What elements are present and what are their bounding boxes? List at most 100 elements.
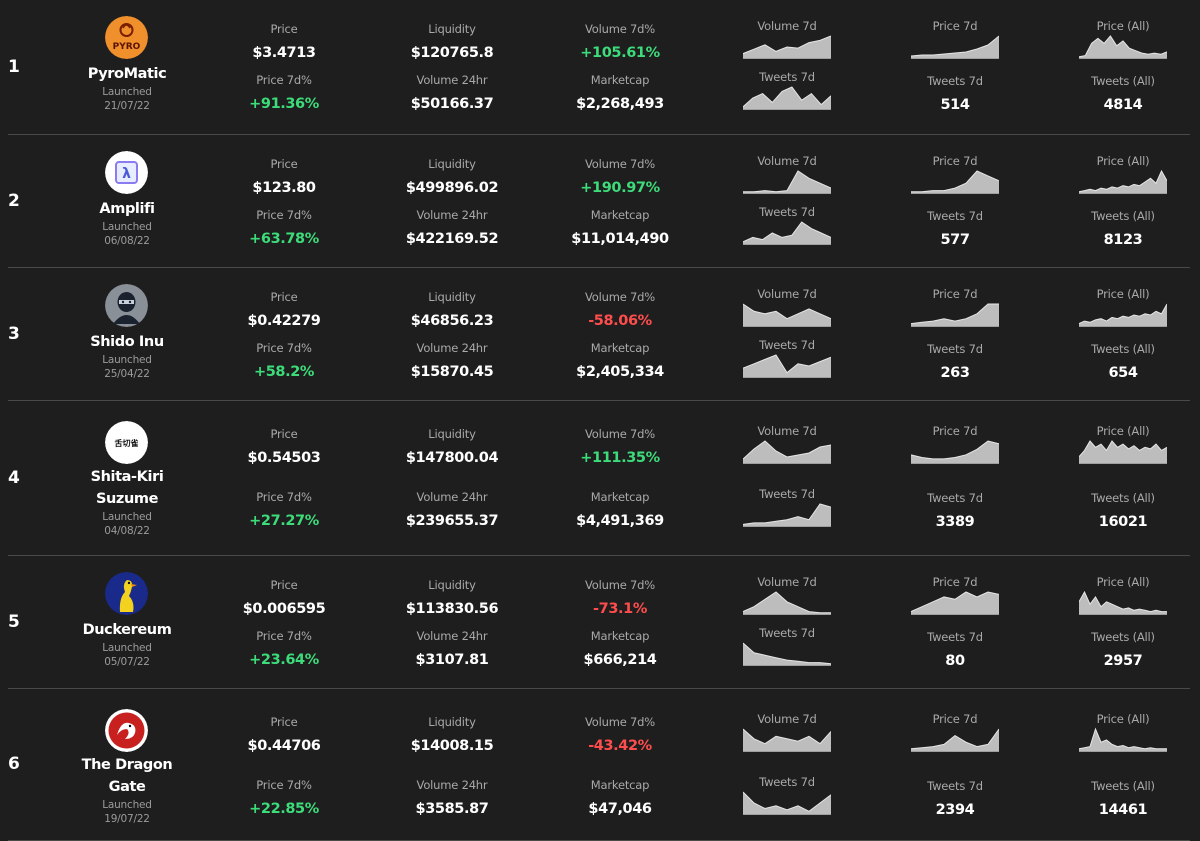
volume-7d-chart — [743, 170, 831, 194]
liquidity-value: $113830.56 — [405, 601, 499, 617]
tweets-all-label: Tweets (All) — [1091, 74, 1155, 88]
tweets-7d-chart — [743, 86, 831, 110]
pyro-logo-icon[interactable]: PYRO — [105, 16, 148, 59]
volume-7d-chart-label: Volume 7d — [757, 287, 817, 301]
price-all-chart — [1079, 303, 1167, 327]
launch-date: 19/07/22 — [104, 813, 150, 825]
volume-7d-sparkline — [743, 438, 831, 464]
tweets-7d-sparkline — [743, 84, 831, 110]
launch-date: 06/08/22 — [104, 235, 150, 247]
tweets-7d-sparkline — [743, 789, 831, 815]
volume-7d-chart-label: Volume 7d — [757, 154, 817, 168]
token-name[interactable]: Duckereum — [68, 619, 186, 641]
marketcap-value: $666,214 — [583, 652, 657, 668]
volume-7d-pct-value: -73.1% — [593, 601, 647, 617]
price-all-chart-label: Price (All) — [1096, 154, 1150, 168]
token-row[interactable]: 1 PYRO PyroMatic Launched 21/07/22 Price $3.4… — [0, 0, 1200, 135]
price-all-chart — [1079, 440, 1167, 464]
price-all-chart — [1079, 727, 1167, 752]
price-label: Price — [270, 22, 298, 36]
price-all-chart-label: Price (All) — [1096, 424, 1150, 438]
volume-7d-sparkline — [743, 33, 831, 59]
tweets-7d-chart-area — [743, 792, 831, 815]
tweets-7d-value: 514 — [940, 97, 970, 113]
price-7d-sparkline — [911, 589, 999, 615]
price-all-chart-label: Price (All) — [1096, 19, 1150, 33]
token-name[interactable]: Amplifi — [68, 198, 186, 220]
price-7d-pct-label: Price 7d% — [256, 778, 312, 792]
volume-24hr-label: Volume 24hr — [416, 778, 488, 792]
volume-7d-pct-label: Volume 7d% — [585, 715, 655, 729]
tweets-all-label: Tweets (All) — [1091, 342, 1155, 356]
price-7d-chart-label: Price 7d — [932, 287, 978, 301]
volume-7d-pct-value: +190.97% — [580, 180, 660, 196]
price-7d-pct-value: +63.78% — [249, 231, 319, 247]
token-name[interactable]: Shita-Kiri Suzume — [68, 466, 186, 510]
price-all-chart-label: Price (All) — [1096, 287, 1150, 301]
marketcap-value: $4,491,369 — [576, 513, 664, 529]
volume-24hr-label: Volume 24hr — [416, 208, 488, 222]
volume-7d-chart — [743, 440, 831, 464]
tweets-7d-value: 80 — [945, 653, 965, 669]
token-name[interactable]: Shido Inu — [68, 331, 186, 353]
price-7d-pct-value: +23.64% — [249, 652, 319, 668]
amplifi-lambda-icon[interactable]: λ — [105, 151, 148, 194]
tweets-7d-chart — [743, 221, 831, 245]
price-7d-pct-label: Price 7d% — [256, 208, 312, 222]
volume-7d-pct-label: Volume 7d% — [585, 427, 655, 441]
shido-ninja-icon[interactable] — [105, 284, 148, 327]
price-7d-chart — [911, 170, 999, 194]
marketcap-label: Marketcap — [590, 208, 650, 222]
rank-number: 2 — [8, 190, 20, 211]
marketcap-label: Marketcap — [590, 778, 650, 792]
token-row[interactable]: 4 舌切雀 Shita-Kiri Suzume Launched 04/08/22 Pr… — [0, 401, 1200, 556]
svg-text:λ: λ — [122, 166, 131, 182]
price-all-sparkline — [1079, 168, 1167, 194]
token-row[interactable]: 2 λ Amplifi Launched 06/08/22 Price $123.80 Li… — [0, 135, 1200, 268]
tweets-7d-label: Tweets 7d — [927, 342, 983, 356]
volume-7d-pct-label: Volume 7d% — [585, 22, 655, 36]
volume-24hr-value: $3107.81 — [415, 652, 489, 668]
dragon-gate-icon[interactable] — [105, 709, 148, 752]
tweets-7d-value: 577 — [940, 232, 970, 248]
price-label: Price — [270, 578, 298, 592]
price-all-chart — [1079, 35, 1167, 59]
liquidity-value: $46856.23 — [410, 313, 494, 329]
volume-7d-chart-area — [743, 729, 831, 752]
launch-date: 25/04/22 — [104, 368, 150, 380]
price-7d-chart-area — [911, 36, 999, 59]
price-all-chart-label: Price (All) — [1096, 712, 1150, 726]
tweets-7d-chart-label: Tweets 7d — [759, 338, 815, 352]
liquidity-label: Liquidity — [428, 290, 476, 304]
price-value: $0.54503 — [247, 450, 321, 466]
price-all-sparkline — [1079, 33, 1167, 59]
volume-7d-chart — [743, 728, 831, 752]
token-row[interactable]: 6 The Dragon Gate Launched 19/07/22 Price $0… — [0, 689, 1200, 841]
tweets-7d-chart-label: Tweets 7d — [759, 775, 815, 789]
volume-7d-sparkline — [743, 301, 831, 327]
token-name[interactable]: The Dragon Gate — [68, 754, 186, 798]
duck-icon[interactable] — [105, 572, 148, 615]
suzume-kanji-icon[interactable]: 舌切雀 — [105, 421, 148, 464]
price-7d-sparkline — [911, 438, 999, 464]
tweets-all-value: 4814 — [1103, 97, 1143, 113]
price-7d-chart-label: Price 7d — [932, 575, 978, 589]
price-all-sparkline — [1079, 438, 1167, 464]
price-all-chart — [1079, 590, 1167, 615]
price-7d-chart-area — [911, 441, 999, 464]
price-7d-chart-label: Price 7d — [932, 712, 978, 726]
liquidity-label: Liquidity — [428, 22, 476, 36]
price-7d-chart — [911, 35, 999, 59]
tweets-7d-chart — [743, 642, 831, 666]
liquidity-value: $120765.8 — [410, 45, 494, 61]
token-name[interactable]: PyroMatic — [68, 63, 186, 85]
volume-7d-chart-label: Volume 7d — [757, 712, 817, 726]
token-row[interactable]: 3 Shido Inu Launched 25/04/22 Price $0.42279… — [0, 268, 1200, 401]
volume-24hr-value: $3585.87 — [415, 801, 489, 817]
rank-number: 6 — [8, 754, 20, 774]
liquidity-value: $147800.04 — [405, 450, 499, 466]
volume-7d-sparkline — [743, 589, 831, 615]
token-row[interactable]: 5 Duckereum Launched 05/07/22 Price $0.00659… — [0, 556, 1200, 689]
price-all-chart — [1079, 169, 1167, 194]
volume-7d-pct-value: -43.42% — [588, 738, 652, 754]
